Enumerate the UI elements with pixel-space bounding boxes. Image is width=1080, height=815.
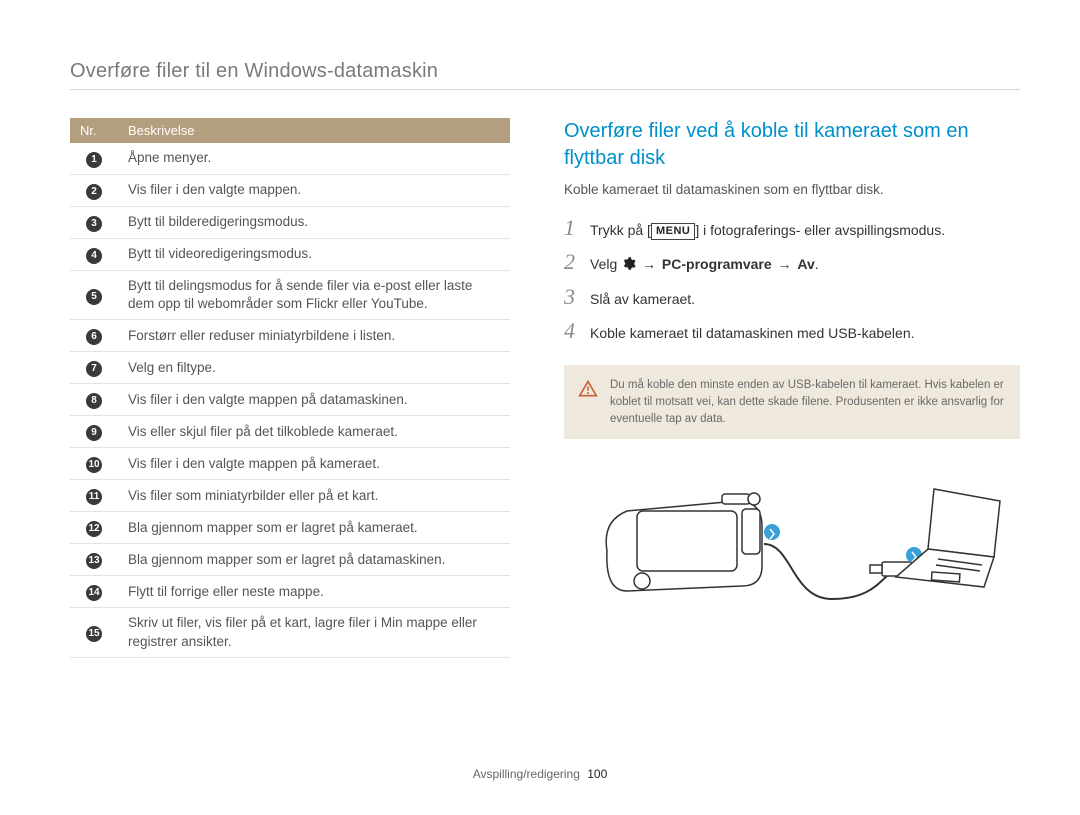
circle-number-icon: 3	[86, 216, 102, 232]
circle-number-icon: 13	[86, 553, 102, 569]
row-desc: Flytt til forrige eller neste mappe.	[118, 576, 510, 608]
step-number: 3	[564, 286, 580, 308]
right-column: Overføre filer ved å koble til kameraet …	[564, 118, 1020, 658]
warning-icon	[578, 379, 598, 427]
circle-number-icon: 14	[86, 585, 102, 601]
circle-number-icon: 7	[86, 361, 102, 377]
row-desc: Forstørr eller reduser miniatyrbildene i…	[118, 320, 510, 352]
step3-text: Slå av kameraet.	[590, 286, 695, 310]
circle-number-icon: 2	[86, 184, 102, 200]
table-row: 3 Bytt til bilderedigeringsmodus.	[70, 207, 510, 239]
table-row: 5 Bytt til delingsmodus for å sende filer…	[70, 271, 510, 320]
description-table: Nr. Beskrivelse 1 Åpne menyer. 2 Vis filer…	[70, 118, 510, 658]
row-desc: Bla gjennom mapper som er lagret på kame…	[118, 512, 510, 544]
row-desc: Bytt til delingsmodus for å sende filer …	[118, 271, 510, 320]
table-row: 4 Bytt til videoredigeringsmodus.	[70, 239, 510, 271]
table-row: 11 Vis filer som miniatyrbilder eller på …	[70, 480, 510, 512]
circle-number-icon: 11	[86, 489, 102, 505]
th-desc: Beskrivelse	[118, 118, 510, 143]
title-divider	[70, 89, 1020, 90]
row-desc: Bytt til bilderedigeringsmodus.	[118, 207, 510, 239]
table-row: 1 Åpne menyer.	[70, 143, 510, 175]
step1-post: ] i fotograferings- eller avspillingsmod…	[695, 222, 945, 238]
table-row: 10 Vis filer i den valgte mappen på kamer…	[70, 448, 510, 480]
th-nr: Nr.	[70, 118, 118, 143]
step-1: 1 Trykk på [MENU] i fotograferings- elle…	[564, 217, 1020, 241]
table-row: 6 Forstørr eller reduser miniatyrbildene …	[70, 320, 510, 352]
circle-number-icon: 9	[86, 425, 102, 441]
page-footer: Avspilling/redigering 100	[0, 767, 1080, 781]
step-number: 4	[564, 320, 580, 342]
table-row: 12 Bla gjennom mapper som er lagret på ka…	[70, 512, 510, 544]
section-heading: Overføre filer ved å koble til kameraet …	[564, 118, 1020, 172]
step-4: 4 Koble kameraet til datamaskinen med US…	[564, 320, 1020, 344]
page-title: Overføre filer til en Windows-datamaskin	[70, 60, 1020, 83]
step-2: 2 Velg → PC-programvare → Av.	[564, 251, 1020, 277]
table-row: 8 Vis filer i den valgte mappen på datama…	[70, 384, 510, 416]
row-desc: Velg en filtype.	[118, 352, 510, 384]
step-3: 3 Slå av kameraet.	[564, 286, 1020, 310]
step2-pre: Velg	[590, 256, 621, 272]
circle-number-icon: 1	[86, 152, 102, 168]
table-row: 2 Vis filer i den valgte mappen.	[70, 175, 510, 207]
circle-number-icon: 5	[86, 289, 102, 305]
circle-number-icon: 8	[86, 393, 102, 409]
step-number: 1	[564, 217, 580, 239]
warning-note: Du må koble den minste enden av USB-kabe…	[564, 365, 1020, 439]
arrow-right-icon: →	[776, 255, 794, 275]
table-row: 9 Vis eller skjul filer på det tilkoblede…	[70, 416, 510, 448]
step-number: 2	[564, 251, 580, 273]
step2-period: .	[815, 256, 819, 272]
table-row: 7 Velg en filtype.	[70, 352, 510, 384]
step2-bold1: PC-programvare	[662, 256, 772, 272]
row-desc: Vis filer som miniatyrbilder eller på et…	[118, 480, 510, 512]
row-desc: Vis eller skjul filer på det tilkoblede …	[118, 416, 510, 448]
circle-number-icon: 4	[86, 248, 102, 264]
warning-text: Du må koble den minste enden av USB-kabe…	[610, 377, 1004, 427]
footer-section-label: Avspilling/redigering	[473, 767, 580, 781]
circle-number-icon: 15	[86, 626, 102, 642]
footer-page-number: 100	[587, 767, 607, 781]
circle-number-icon: 10	[86, 457, 102, 473]
gear-icon	[621, 256, 636, 277]
table-row: 13 Bla gjennom mapper som er lagret på da…	[70, 544, 510, 576]
row-desc: Skriv ut filer, vis filer på et kart, la…	[118, 608, 510, 657]
circle-number-icon: 12	[86, 521, 102, 537]
arrow-right-icon: →	[640, 255, 658, 275]
connection-diagram	[564, 469, 1020, 609]
row-desc: Vis filer i den valgte mappen.	[118, 175, 510, 207]
row-desc: Vis filer i den valgte mappen på datamas…	[118, 384, 510, 416]
section-intro: Koble kameraet til datamaskinen som en f…	[564, 182, 1020, 197]
row-desc: Bytt til videoredigeringsmodus.	[118, 239, 510, 271]
step1-pre: Trykk på [	[590, 222, 651, 238]
steps-list: 1 Trykk på [MENU] i fotograferings- elle…	[564, 217, 1020, 343]
row-desc: Bla gjennom mapper som er lagret på data…	[118, 544, 510, 576]
circle-number-icon: 6	[86, 329, 102, 345]
step2-bold2: Av	[797, 256, 814, 272]
row-desc: Vis filer i den valgte mappen på kamerae…	[118, 448, 510, 480]
table-row: 15 Skriv ut filer, vis filer på et kart, …	[70, 608, 510, 657]
menu-button-icon: MENU	[651, 223, 695, 240]
step4-text: Koble kameraet til datamaskinen med USB-…	[590, 320, 915, 344]
left-column: Nr. Beskrivelse 1 Åpne menyer. 2 Vis filer…	[70, 118, 510, 658]
row-desc: Åpne menyer.	[118, 143, 510, 175]
table-row: 14 Flytt til forrige eller neste mappe.	[70, 576, 510, 608]
